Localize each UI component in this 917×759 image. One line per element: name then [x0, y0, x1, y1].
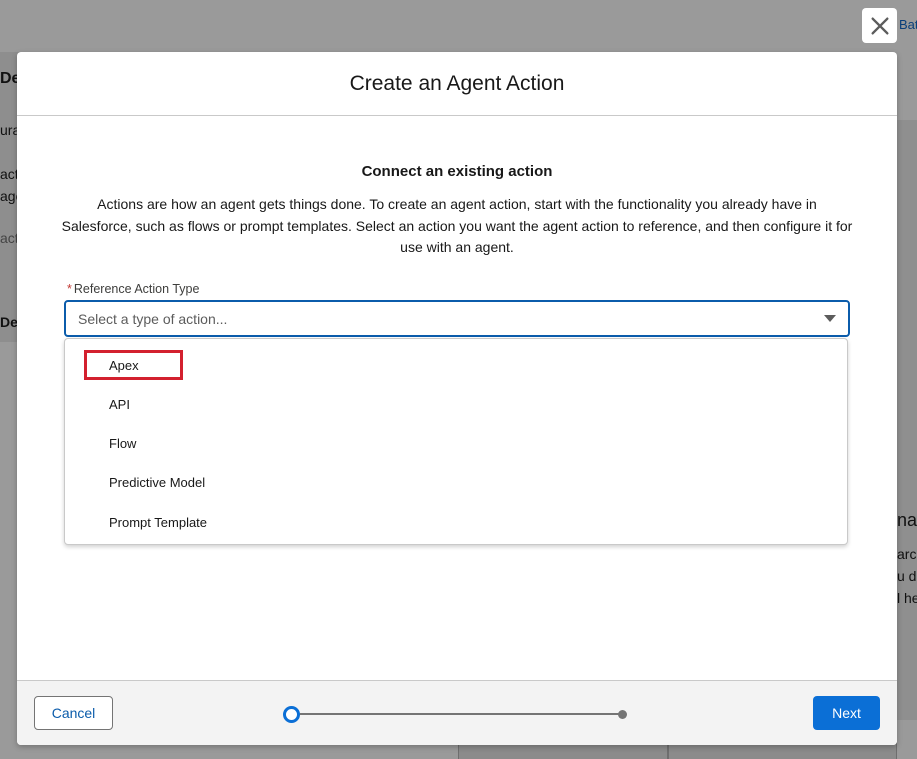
progress-track	[300, 713, 622, 715]
reference-action-type-combobox[interactable]: Select a type of action...	[64, 300, 850, 337]
option-api[interactable]: API	[109, 397, 130, 412]
close-icon	[870, 16, 889, 35]
reference-action-type-label: * Reference Action Type	[67, 282, 199, 296]
modal-header: Create an Agent Action	[17, 52, 897, 116]
combobox-placeholder: Select a type of action...	[78, 310, 228, 327]
option-predictive-model[interactable]: Predictive Model	[109, 475, 205, 490]
modal-footer: Cancel Next	[17, 680, 897, 745]
caret-down-icon	[824, 315, 836, 322]
background-fragment: u d	[897, 568, 917, 584]
modal-title: Create an Agent Action	[349, 71, 565, 95]
background-link: Bat	[899, 17, 917, 32]
progress-step-current	[283, 706, 300, 723]
close-modal-button[interactable]	[862, 8, 897, 43]
section-heading: Connect an existing action	[361, 163, 553, 180]
action-type-dropdown: Apex API Flow Predictive Model Prompt Te…	[64, 338, 848, 545]
background-fragment: arch	[897, 546, 917, 562]
background-right-panel	[896, 120, 917, 720]
option-apex[interactable]: Apex	[109, 358, 139, 373]
field-label-text: Reference Action Type	[73, 282, 200, 296]
create-agent-action-modal: Create an Agent Action Connect an existi…	[17, 52, 897, 745]
required-marker: *	[67, 282, 72, 296]
cancel-button[interactable]: Cancel	[34, 696, 113, 730]
background-fragment: act	[0, 230, 19, 246]
background-fragment: l he	[897, 590, 917, 606]
option-flow[interactable]: Flow	[109, 436, 136, 451]
progress-step-next	[618, 710, 627, 719]
option-prompt-template[interactable]: Prompt Template	[109, 515, 207, 530]
background-fragment: nat	[897, 510, 917, 530]
section-description: Actions are how an agent gets things don…	[61, 196, 853, 255]
next-button[interactable]: Next	[813, 696, 880, 730]
